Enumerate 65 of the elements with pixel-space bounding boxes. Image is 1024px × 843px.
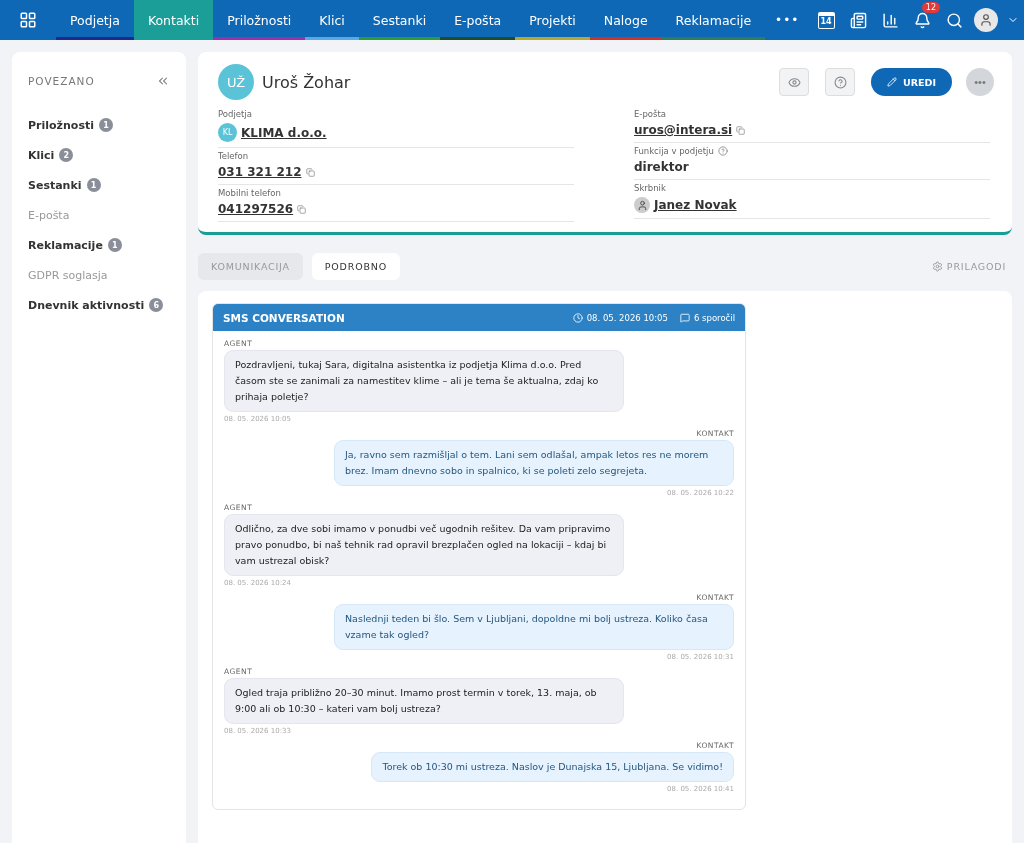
contact-name: Uroš Žohar — [262, 72, 352, 92]
nav-tab[interactable]: Sestanki — [358, 0, 441, 40]
field-label: Podjetja — [218, 109, 252, 119]
nav-tab[interactable]: Naloge — [589, 0, 662, 40]
collapse-icon[interactable] — [156, 74, 170, 88]
nav-tab[interactable]: Reklamacije — [661, 0, 766, 40]
field-link[interactable]: 041297526 — [218, 202, 294, 216]
sidebar-item[interactable]: Sestanki — [28, 178, 82, 192]
count-badge: 2 — [59, 148, 74, 162]
user-avatar[interactable] — [974, 8, 998, 32]
help-button[interactable] — [825, 68, 856, 96]
more-menu[interactable]: ••• — [765, 0, 810, 40]
nav-tab[interactable]: Priložnosti — [213, 0, 306, 40]
message-bubble: Odlično, za dve sobi imamo v ponudbi več ugodnih rešitev. Da vam pripravimo pravo ponudbo, bi naš tehnik rad opravil brezplačen ogled na lokaciji – kdaj bi vam ustrezal obisk? — [224, 514, 624, 576]
nav-tab[interactable]: Projekti — [515, 0, 590, 40]
field-label: Mobilni telefon — [218, 188, 281, 198]
tab[interactable]: PODROBNO — [311, 253, 400, 280]
count-badge: 1 — [86, 178, 101, 192]
field-label: E-pošta — [634, 109, 666, 119]
nav-tab[interactable]: Kontakti — [133, 0, 214, 40]
help-icon[interactable] — [717, 146, 728, 156]
copy-icon[interactable] — [297, 204, 307, 214]
clock-icon — [572, 312, 583, 323]
nav-tab[interactable]: E-pošta — [440, 0, 516, 40]
company-avatar: KL — [218, 123, 237, 142]
copy-icon[interactable] — [736, 125, 746, 135]
eye-button[interactable] — [779, 68, 810, 96]
field-link[interactable]: Janez Novak — [654, 198, 737, 212]
message-count: 6 sporočil — [693, 312, 735, 323]
sidebar-item[interactable]: Priložnosti — [28, 118, 94, 132]
notification-badge: 12 — [921, 2, 940, 13]
field-label: Funkcija v podjetju — [634, 146, 714, 156]
help-icon — [833, 75, 847, 89]
count-badge: 6 — [149, 298, 164, 312]
nav-tab[interactable]: Klici — [305, 0, 359, 40]
field-link[interactable]: uros@intera.si — [634, 123, 733, 137]
edit-button[interactable]: UREDI — [871, 68, 952, 96]
count-badge: 1 — [107, 238, 122, 252]
message-bubble: Ogled traja približno 20–30 minut. Imamo prost termin v torek, 13. maja, ob 9:00 ali ob 10:30 – kateri vam bolj ustreza? — [224, 678, 624, 724]
sidebar-title: POVEZANO — [28, 75, 95, 87]
gear-icon — [931, 261, 943, 272]
field-label: Telefon — [218, 151, 249, 161]
bell-icon[interactable] — [913, 11, 931, 29]
person-avatar — [634, 197, 650, 213]
field-link[interactable]: 031 321 212 — [218, 165, 302, 179]
message-icon — [679, 312, 690, 323]
copy-icon[interactable] — [305, 167, 315, 177]
count-badge: 1 — [98, 118, 113, 132]
more-button[interactable]: ••• — [966, 68, 994, 96]
conversation-date: 08. 05. 2026 10:05 — [586, 312, 668, 323]
message-bubble: Pozdravljeni, tukaj Sara, digitalna asistentka iz podjetja Klima d.o.o. Pred časom ste se zanimali za namestitev klime – ali je tema še aktualna, zdaj ko prihaja poletje? — [224, 350, 624, 412]
sidebar-item[interactable]: Klici — [28, 148, 55, 162]
sidebar-item[interactable]: Dnevnik aktivnosti — [28, 298, 145, 312]
calendar-icon[interactable]: 14 — [817, 11, 835, 29]
pencil-icon — [887, 77, 898, 87]
sidebar-item[interactable]: Reklamacije — [28, 238, 103, 252]
contact-avatar: UŽ — [218, 64, 254, 100]
message-bubble: Naslednji teden bi šlo. Sem v Ljubljani, dopoldne mi bolj ustreza. Koliko časa vzame tak ogled? — [334, 604, 734, 650]
field-value: direktor — [634, 160, 689, 174]
field-label: Skrbnik — [634, 183, 666, 193]
field-link[interactable]: KLIMA d.o.o. — [241, 125, 327, 140]
conversation-title: SMS CONVERSATION — [223, 311, 346, 324]
eye-icon — [787, 75, 801, 89]
message-bubble: Torek ob 10:30 mi ustreza. Naslov je Dunajska 15, Ljubljana. Se vidimo! — [371, 752, 734, 782]
message-bubble: Ja, ravno sem razmišljal o tem. Lani sem odlašal, ampak letos res ne morem brez. Imam dnevno sobo in spalnico, ki se poleti zelo segrejeta. — [334, 440, 734, 486]
